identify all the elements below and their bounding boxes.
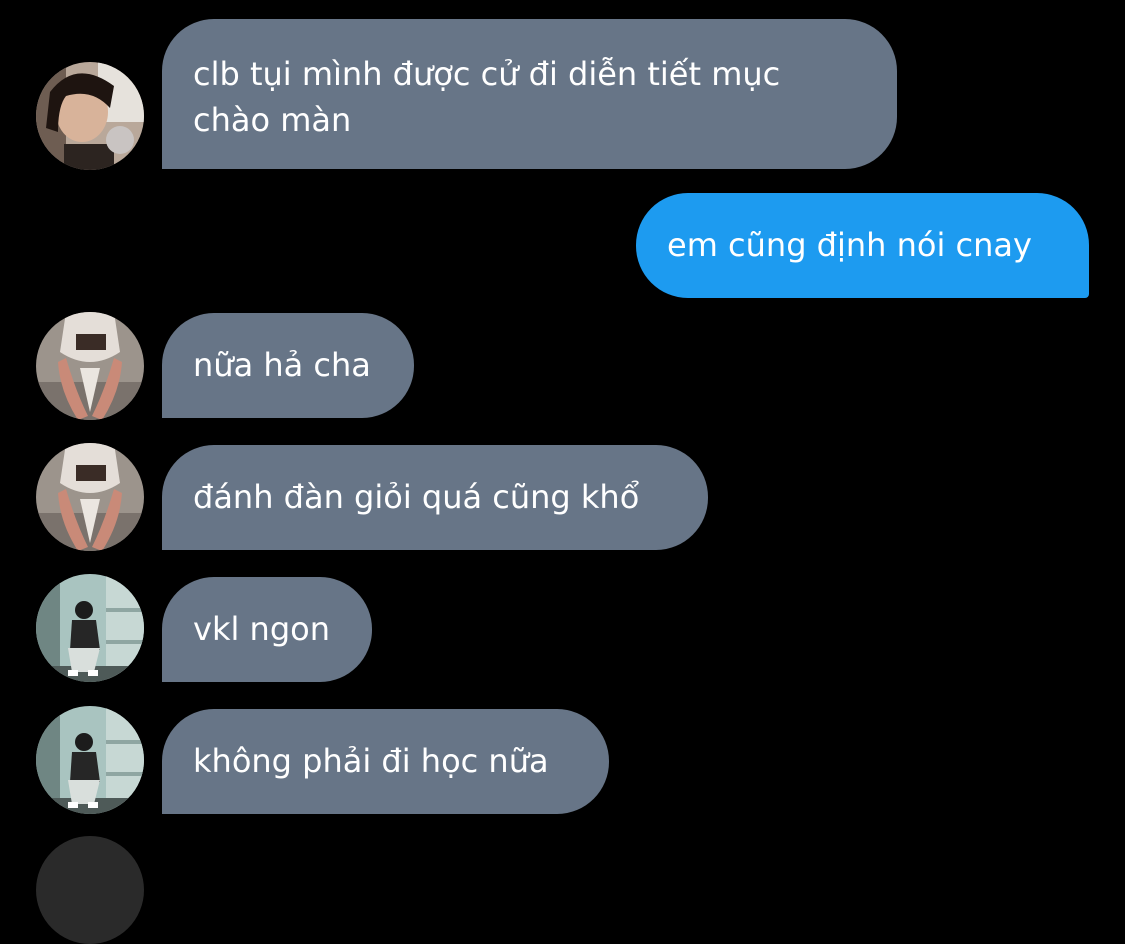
message-text: không phải đi học nữa: [193, 742, 549, 780]
avatar-masked-person-photo-icon[interactable]: [36, 443, 144, 551]
message-text: đánh đàn giỏi quá cũng khổ: [193, 478, 640, 516]
message-text: em cũng định nói cnay: [667, 226, 1032, 264]
avatar-partial-icon[interactable]: [36, 836, 144, 944]
avatar-seated-person-photo-icon[interactable]: [36, 574, 144, 682]
avatar-girl-photo-icon[interactable]: [36, 62, 144, 170]
message-bubble-outgoing[interactable]: em cũng định nói cnay: [636, 193, 1089, 298]
avatar-masked-person-photo-icon[interactable]: [36, 312, 144, 420]
chat-thread: clb tụi mình được cử đi diễn tiết mục ch…: [0, 0, 1125, 944]
avatar-seated-person-photo-icon[interactable]: [36, 706, 144, 814]
message-bubble-incoming[interactable]: vkl ngon: [162, 577, 372, 682]
message-text-line: clb tụi mình được cử đi diễn tiết mục: [193, 55, 781, 93]
message-bubble-incoming[interactable]: clb tụi mình được cử đi diễn tiết mục ch…: [162, 19, 897, 169]
message-text: vkl ngon: [193, 610, 330, 648]
message-bubble-incoming[interactable]: nữa hả cha: [162, 313, 414, 418]
message-bubble-incoming[interactable]: không phải đi học nữa: [162, 709, 609, 814]
message-bubble-incoming[interactable]: đánh đàn giỏi quá cũng khổ: [162, 445, 708, 550]
message-text: nữa hả cha: [193, 346, 371, 384]
message-text-line: chào màn: [193, 101, 352, 139]
